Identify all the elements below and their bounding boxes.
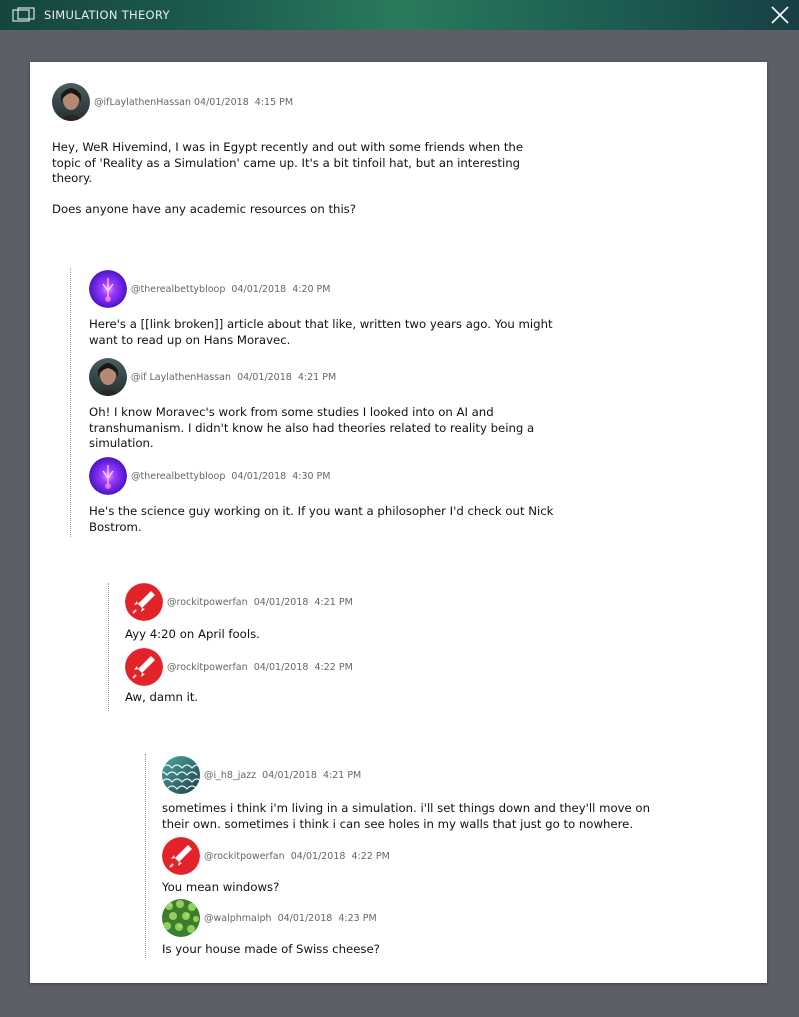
avatar[interactable] <box>125 648 163 686</box>
avatar[interactable] <box>162 756 200 794</box>
post-body: Here's a [[link broken]] article about t… <box>89 317 553 347</box>
author-handle[interactable]: @ifLaylathenHassan <box>94 97 191 108</box>
post-meta: @ifLaylathenHassan 04/01/2018 4:15 PM <box>94 97 293 108</box>
thread-line <box>70 268 71 537</box>
title-bar: SIMULATION THEORY <box>0 0 799 30</box>
window-title: SIMULATION THEORY <box>44 8 170 22</box>
post-time: 4:23 PM <box>338 912 377 924</box>
post-header: @rockitpowerfan 04/01/2018 4:22 PM <box>162 837 390 875</box>
avatar[interactable] <box>125 583 163 621</box>
author-handle[interactable]: @rockitpowerfan <box>167 597 248 608</box>
post-date: 04/01/2018 <box>231 470 287 482</box>
post-header: @i_h8_jazz 04/01/2018 4:21 PM <box>162 756 361 794</box>
rocket-icon <box>125 583 163 621</box>
rocket-icon <box>125 648 163 686</box>
post-meta: @if LaylathenHassan 04/01/2018 4:21 PM <box>131 372 336 383</box>
post-header: @if LaylathenHassan 04/01/2018 4:21 PM <box>89 358 336 396</box>
post-body: Oh! I know Moravec's work from some stud… <box>89 405 535 451</box>
post-body: Hey, WeR Hivemind, I was in Egypt recent… <box>52 140 524 217</box>
author-handle[interactable]: @therealbettybloop <box>131 471 225 482</box>
thread-line <box>145 754 146 958</box>
avatar[interactable] <box>52 83 90 121</box>
post-header: @rockitpowerfan 04/01/2018 4:22 PM <box>125 648 353 686</box>
post-meta: @rockitpowerfan 04/01/2018 4:22 PM <box>204 851 390 862</box>
post-time: 4:30 PM <box>292 470 331 482</box>
post-header: @walphmalph 04/01/2018 4:23 PM <box>162 899 377 937</box>
author-handle[interactable]: @walphmalph <box>204 913 272 924</box>
avatar[interactable] <box>89 358 127 396</box>
avatar[interactable] <box>162 837 200 875</box>
post-meta: @therealbettybloop 04/01/2018 4:30 PM <box>131 471 330 482</box>
scales-icon <box>162 756 200 794</box>
post-header: @therealbettybloop 04/01/2018 4:20 PM <box>89 270 330 308</box>
post-header: @ifLaylathenHassan 04/01/2018 4:15 PM <box>52 83 293 121</box>
purple-orb-icon <box>89 270 127 308</box>
post-time: 4:22 PM <box>314 661 353 673</box>
post-body: Aw, damn it. <box>125 690 199 704</box>
post-meta: @rockitpowerfan 04/01/2018 4:21 PM <box>167 597 353 608</box>
post-body: You mean windows? <box>162 880 280 894</box>
post-meta: @therealbettybloop 04/01/2018 4:20 PM <box>131 284 330 295</box>
post-time: 4:22 PM <box>351 850 390 862</box>
post-time: 4:15 PM <box>254 96 294 108</box>
portrait-icon <box>89 358 127 396</box>
post-body: Is your house made of Swiss cheese? <box>162 942 380 956</box>
author-handle[interactable]: @if LaylathenHassan <box>131 372 231 383</box>
post-date: 04/01/2018 <box>290 850 346 862</box>
purple-orb-icon <box>89 457 127 495</box>
post-date: 04/01/2018 <box>253 661 309 673</box>
window-icon <box>12 7 35 22</box>
post-date: 04/01/2018 <box>194 96 249 108</box>
post-header: @rockitpowerfan 04/01/2018 4:21 PM <box>125 583 353 621</box>
post-time: 4:20 PM <box>292 283 331 295</box>
author-handle[interactable]: @i_h8_jazz <box>204 770 256 781</box>
author-handle[interactable]: @rockitpowerfan <box>167 662 248 673</box>
post-time: 4:21 PM <box>314 596 353 608</box>
author-handle[interactable]: @therealbettybloop <box>131 284 225 295</box>
avatar[interactable] <box>162 899 200 937</box>
post-body: sometimes i think i'm living in a simula… <box>162 801 650 831</box>
post-date: 04/01/2018 <box>262 769 317 781</box>
thread-card: @ifLaylathenHassan 04/01/2018 4:15 PM Hey… <box>30 62 767 983</box>
post-body: Ayy 4:20 on April fools. <box>125 627 260 641</box>
post-date: 04/01/2018 <box>253 596 309 608</box>
close-icon[interactable] <box>771 6 789 24</box>
post-date: 04/01/2018 <box>237 371 292 383</box>
rocket-icon <box>162 837 200 875</box>
author-handle[interactable]: @rockitpowerfan <box>204 851 285 862</box>
post-date: 04/01/2018 <box>231 283 287 295</box>
leaves-icon <box>162 899 200 937</box>
post-time: 4:21 PM <box>322 769 362 781</box>
post-body: He's the science guy working on it. If y… <box>89 504 554 534</box>
post-time: 4:21 PM <box>297 371 337 383</box>
post-meta: @rockitpowerfan 04/01/2018 4:22 PM <box>167 662 353 673</box>
thread-line <box>108 583 109 711</box>
post-date: 04/01/2018 <box>277 912 333 924</box>
post-meta: @walphmalph 04/01/2018 4:23 PM <box>204 913 377 924</box>
post-header: @therealbettybloop 04/01/2018 4:30 PM <box>89 457 330 495</box>
portrait-icon <box>52 83 90 121</box>
avatar[interactable] <box>89 457 127 495</box>
post-meta: @i_h8_jazz 04/01/2018 4:21 PM <box>204 770 361 781</box>
avatar[interactable] <box>89 270 127 308</box>
